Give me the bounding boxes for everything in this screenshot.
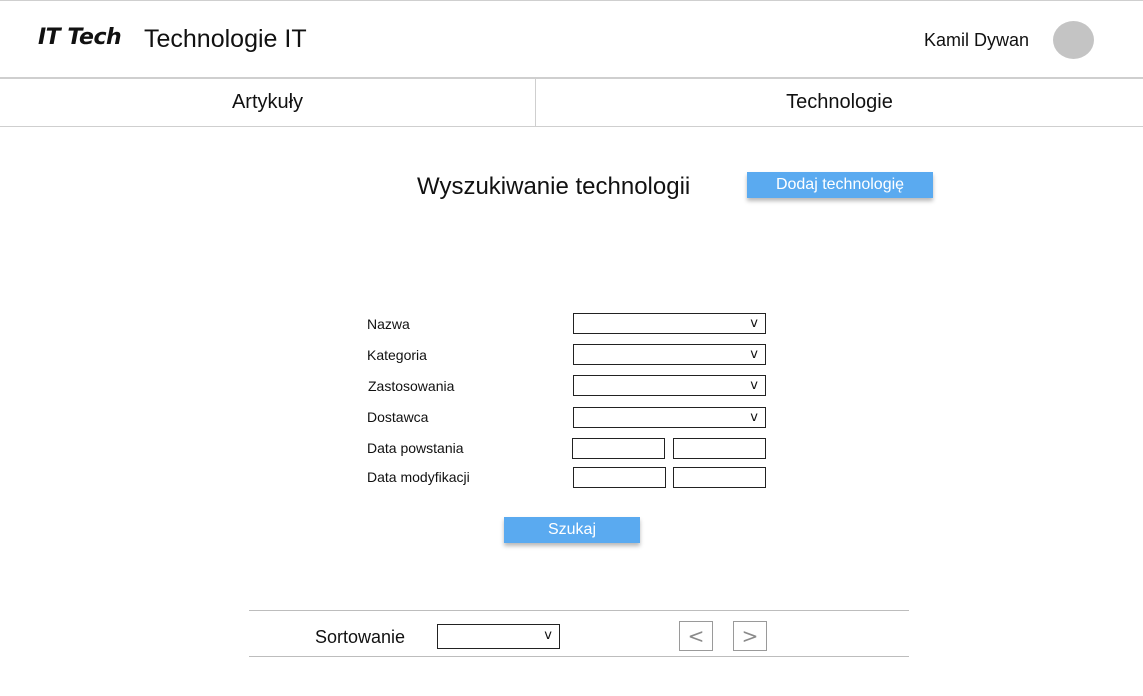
chevron-down-icon: v <box>750 316 758 331</box>
name-select[interactable]: v <box>573 313 766 334</box>
supplier-label: Dostawca <box>367 409 429 425</box>
name-label: Nazwa <box>367 316 410 332</box>
sort-bar: Sortowanie v < > <box>249 610 909 657</box>
main-nav: Artykuły Technologie <box>0 79 1143 127</box>
chevron-down-icon: v <box>544 628 552 643</box>
usage-select[interactable]: v <box>573 375 766 396</box>
page-title: Wyszukiwanie technologii <box>417 173 691 200</box>
created-date-to-input[interactable] <box>673 438 766 459</box>
sort-select[interactable]: v <box>437 624 560 649</box>
prev-page-button[interactable]: < <box>679 621 713 651</box>
avatar[interactable] <box>1053 21 1094 59</box>
user-name[interactable]: Kamil Dywan <box>924 30 1029 51</box>
usage-label: Zastosowania <box>368 378 455 394</box>
chevron-down-icon: v <box>750 410 758 425</box>
chevron-down-icon: v <box>750 378 758 393</box>
modified-date-label: Data modyfikacji <box>367 469 470 485</box>
category-label: Kategoria <box>367 347 427 363</box>
modified-date-to-input[interactable] <box>673 467 766 488</box>
supplier-select[interactable]: v <box>573 407 766 428</box>
header: IT Tech Technologie IT Kamil Dywan <box>0 1 1143 79</box>
created-date-from-input[interactable] <box>572 438 665 459</box>
app-title: Technologie IT <box>144 25 307 53</box>
created-date-label: Data powstania <box>367 440 464 456</box>
logo[interactable]: IT Tech <box>38 25 122 50</box>
search-button[interactable]: Szukaj <box>504 517 640 543</box>
category-select[interactable]: v <box>573 344 766 365</box>
app-frame: IT Tech Technologie IT Kamil Dywan Artyk… <box>0 0 1143 696</box>
chevron-down-icon: v <box>750 347 758 362</box>
tab-technologies[interactable]: Technologie <box>536 79 1143 126</box>
modified-date-from-input[interactable] <box>573 467 666 488</box>
tab-articles[interactable]: Artykuły <box>0 79 536 126</box>
sort-label: Sortowanie <box>315 627 406 647</box>
add-technology-button[interactable]: Dodaj technologię <box>747 172 933 198</box>
next-page-button[interactable]: > <box>733 621 767 651</box>
